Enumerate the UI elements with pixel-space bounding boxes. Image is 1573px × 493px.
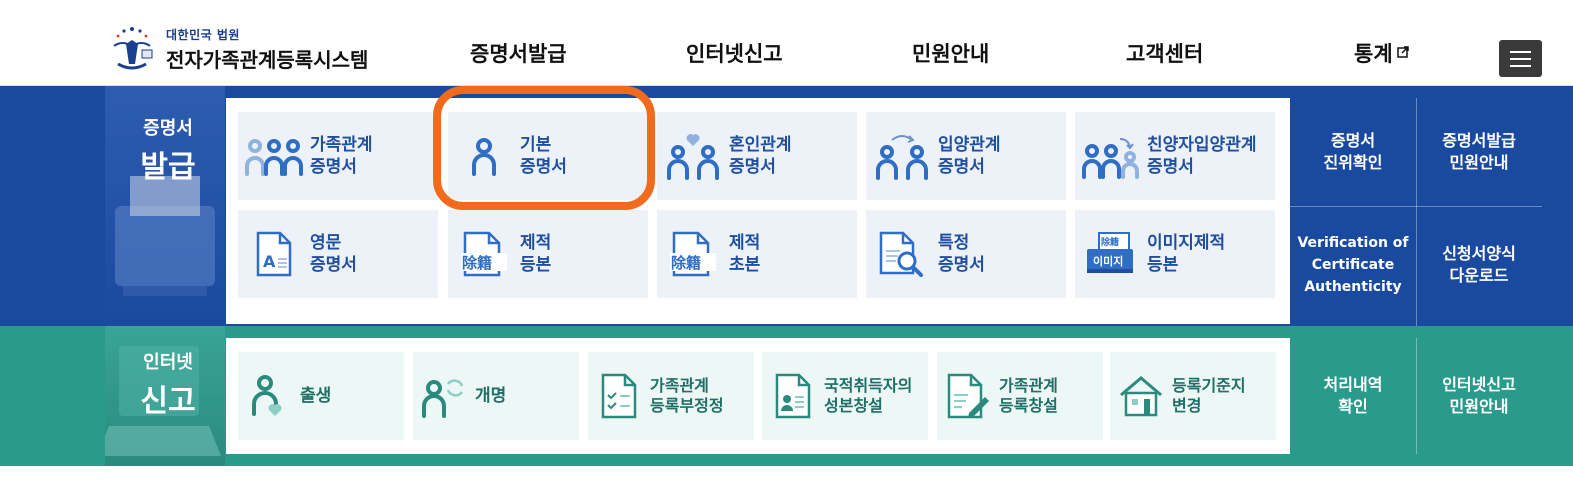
tile-registration-base-change[interactable]: 등록기준지 변경	[1110, 352, 1276, 440]
site-header: 대한민국 법원 전자가족관계등록시스템 증명서발급 인터넷신고 민원안내 고객센…	[0, 0, 1573, 86]
menu-bar-icon	[1510, 65, 1531, 67]
certificate-section: 증명서 발급 가족관계 증명서 기본 증명서 혼인관계 증명서 입양관계 증명서 친양자…	[0, 86, 1573, 326]
tile-removed-register-extract[interactable]: 除籍 제적 초본	[657, 210, 857, 298]
tile-specific-certificate[interactable]: 특정 증명서	[866, 210, 1066, 298]
logo-subtitle: 대한민국 법원	[166, 28, 240, 42]
menu-bar-icon	[1510, 58, 1531, 60]
tile-naturalized-surname-creation[interactable]: 국적취득자의 성본창설	[762, 352, 928, 440]
adoption-people-icon	[866, 132, 938, 180]
nav-internet-report[interactable]: 인터넷신고	[686, 38, 783, 74]
logo-title: 전자가족관계등록시스템	[166, 48, 369, 72]
house-icon	[1110, 375, 1172, 417]
image-register-icon: 除籍 이미지	[1075, 231, 1147, 277]
hamburger-menu-button[interactable]	[1499, 40, 1542, 77]
highlight-basic-certificate	[433, 86, 655, 210]
nav-civil-guide[interactable]: 민원안내	[912, 38, 989, 74]
removed-register-document-icon: 除籍	[448, 231, 520, 277]
tile-name-change-report[interactable]: 개명	[413, 352, 579, 440]
nav-statistics[interactable]: 통계	[1354, 38, 1409, 74]
tile-full-adoption-certificate[interactable]: 친양자입양관계 증명서	[1075, 112, 1275, 200]
document-pen-icon	[937, 373, 999, 419]
svg-text:除籍: 除籍	[462, 254, 492, 272]
couple-heart-icon	[657, 132, 729, 180]
svg-text:이미지: 이미지	[1093, 254, 1123, 268]
certificate-civil-guide-link[interactable]: 증명서발급 민원안내	[1416, 98, 1542, 206]
english-document-icon: A	[238, 231, 310, 277]
name-change-person-icon	[413, 374, 475, 418]
checklist-document-icon	[588, 373, 650, 419]
tile-adoption-certificate[interactable]: 입양관계 증명서	[866, 112, 1066, 200]
document-search-icon	[866, 231, 938, 277]
svg-text:除籍: 除籍	[671, 254, 701, 272]
nav-customer-center[interactable]: 고객센터	[1126, 38, 1203, 74]
certificate-verify-link[interactable]: 증명서 진위확인	[1290, 98, 1416, 206]
tile-english-certificate[interactable]: A 영문 증명서	[238, 210, 438, 298]
tile-family-relation-certificate[interactable]: 가족관계 증명서	[238, 112, 438, 200]
tile-marriage-certificate[interactable]: 혼인관계 증명서	[657, 112, 857, 200]
family-people-icon	[238, 136, 310, 176]
internet-report-section-title: 인터넷 신고	[140, 352, 196, 419]
internet-report-section: 인터넷 신고 출생 개명 가족관계 등록부정정 국적취득자의 성본창설 가족관계 등록…	[0, 326, 1573, 466]
tile-image-removed-register[interactable]: 除籍 이미지 이미지제적 등본	[1075, 210, 1275, 298]
full-adoption-people-icon	[1075, 133, 1147, 179]
menu-bar-icon	[1510, 51, 1531, 53]
tile-removed-register-copy[interactable]: 除籍 제적 등본	[448, 210, 648, 298]
tile-birth-report[interactable]: 출생	[238, 352, 404, 440]
site-logo[interactable]: 대한민국 법원 전자가족관계등록시스템	[104, 20, 368, 76]
removed-register-extract-icon: 除籍	[657, 231, 729, 277]
birth-person-heart-icon	[238, 374, 300, 418]
svg-text:除籍: 除籍	[1101, 236, 1119, 248]
verification-of-certificate-link[interactable]: Verification of Certificate Authenticity	[1290, 206, 1416, 324]
nav-statistics-label: 통계	[1354, 42, 1393, 66]
process-history-link[interactable]: 처리내역 확인	[1290, 338, 1416, 454]
form-download-link[interactable]: 신청서양식 다운로드	[1416, 206, 1542, 324]
internet-report-guide-link[interactable]: 인터넷신고 민원안내	[1416, 338, 1542, 454]
nav-certificate[interactable]: 증명서발급	[470, 38, 567, 74]
external-link-icon	[1396, 46, 1409, 58]
tile-register-correction[interactable]: 가족관계 등록부정정	[588, 352, 754, 440]
id-document-icon	[762, 373, 824, 419]
certificate-section-title: 증명서 발급	[140, 118, 196, 185]
svg-text:A: A	[263, 252, 276, 271]
tile-register-creation[interactable]: 가족관계 등록창설	[937, 352, 1103, 440]
court-emblem-icon	[113, 27, 153, 70]
